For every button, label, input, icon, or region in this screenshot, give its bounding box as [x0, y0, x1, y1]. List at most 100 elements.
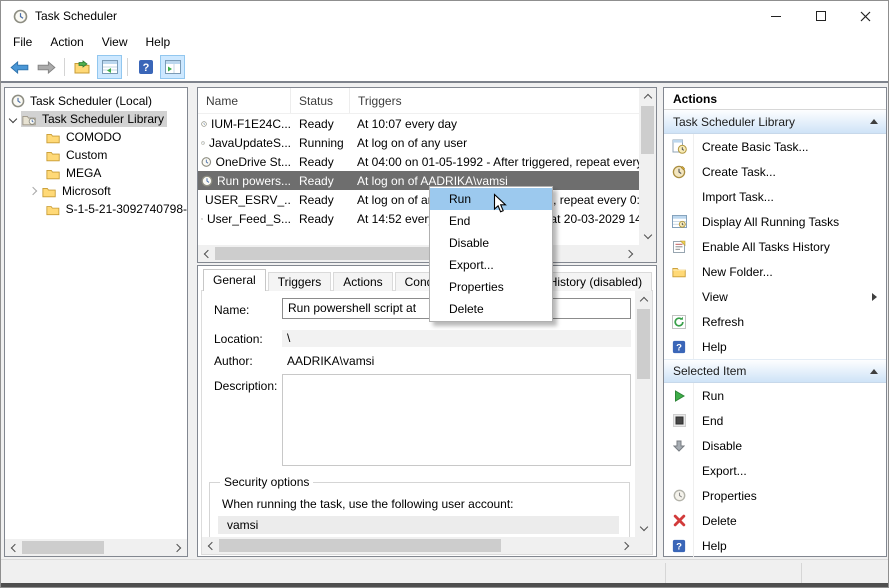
menu-bar: File Action View Help — [1, 31, 888, 53]
menu-action[interactable]: Action — [41, 33, 92, 51]
table-row[interactable]: User_Feed_S... Ready At 14:52 every day … — [198, 209, 639, 228]
action-import-task[interactable]: Import Task... — [664, 184, 886, 209]
scroll-right-icon[interactable] — [618, 537, 635, 554]
tree-node-mega[interactable]: MEGA — [5, 164, 187, 182]
tree-node-root[interactable]: Task Scheduler (Local) — [5, 92, 187, 110]
tree-node-custom[interactable]: Custom — [5, 146, 187, 164]
create-basic-task-icon — [672, 139, 687, 154]
scroll-up-icon[interactable] — [635, 291, 652, 308]
tree-node-comodo[interactable]: COMODO — [5, 128, 187, 146]
tab-history[interactable]: History (disabled) — [539, 272, 652, 291]
menu-help[interactable]: Help — [137, 33, 180, 51]
action-help-library[interactable]: ? Help — [664, 334, 886, 359]
task-status: Ready — [291, 155, 350, 169]
action-enable-all-tasks-history[interactable]: Enable All Tasks History — [664, 234, 886, 259]
scrollbar-thumb[interactable] — [219, 539, 501, 552]
help-button[interactable]: ? — [133, 55, 158, 79]
table-row[interactable]: OneDrive St... Ready At 04:00 on 01-05-1… — [198, 152, 639, 171]
minimize-button[interactable] — [753, 1, 798, 31]
scroll-up-icon[interactable] — [639, 88, 656, 105]
scroll-left-icon[interactable] — [198, 245, 215, 262]
column-header-triggers[interactable]: Triggers — [350, 88, 639, 113]
tab-actions[interactable]: Actions — [333, 272, 392, 291]
context-menu-properties[interactable]: Properties — [430, 276, 552, 298]
list-horizontal-scrollbar[interactable] — [198, 245, 639, 262]
scroll-down-icon[interactable] — [635, 520, 652, 537]
tab-triggers[interactable]: Triggers — [268, 272, 332, 291]
section-header-selected-item[interactable]: Selected Item — [664, 359, 886, 383]
scroll-right-icon[interactable] — [622, 245, 639, 262]
run-icon — [673, 390, 685, 402]
description-field[interactable] — [282, 374, 631, 466]
detail-vertical-scrollbar[interactable] — [635, 291, 652, 537]
close-button[interactable] — [843, 1, 888, 31]
action-refresh[interactable]: Refresh — [664, 309, 886, 334]
task-clock-icon — [201, 175, 213, 187]
action-disable[interactable]: Disable — [664, 433, 886, 458]
action-properties[interactable]: Properties — [664, 483, 886, 508]
scroll-left-icon[interactable] — [202, 537, 219, 554]
tree-node-label: Task Scheduler (Local) — [30, 94, 152, 108]
action-end[interactable]: End — [664, 408, 886, 433]
table-row[interactable]: IUM-F1E24C... Ready At 10:07 every day — [198, 114, 639, 133]
back-button[interactable] — [7, 55, 32, 79]
collapse-icon[interactable] — [870, 119, 878, 124]
list-vertical-scrollbar[interactable] — [639, 88, 656, 245]
location-label: Location: — [214, 332, 263, 346]
table-row[interactable]: JavaUpdateS... Running At log on of any … — [198, 133, 639, 152]
show-console-tree-icon — [102, 60, 118, 74]
action-run[interactable]: Run — [664, 383, 886, 408]
action-create-basic-task[interactable]: Create Basic Task... — [664, 134, 886, 159]
folder-icon — [46, 131, 61, 144]
scrollbar-thumb[interactable] — [22, 541, 104, 554]
task-scheduler-clock-icon — [13, 9, 28, 24]
scroll-left-icon[interactable] — [5, 539, 22, 556]
action-display-all-running-tasks[interactable]: Display All Running Tasks — [664, 209, 886, 234]
user-account-value[interactable]: vamsi — [218, 516, 619, 534]
table-row[interactable]: USER_ESRV_... Ready At log on of any use… — [198, 190, 639, 209]
column-header-name[interactable]: Name — [198, 88, 291, 113]
task-list-panel: Name Status Triggers IUM-F1E24C... Ready… — [197, 87, 657, 263]
context-menu-export[interactable]: Export... — [430, 254, 552, 276]
maximize-button[interactable] — [798, 1, 843, 31]
scroll-right-icon[interactable] — [170, 539, 187, 556]
export-list-button[interactable] — [70, 55, 95, 79]
tab-general[interactable]: General — [203, 269, 266, 291]
tree-horizontal-scrollbar[interactable] — [5, 539, 187, 556]
action-view[interactable]: View — [664, 284, 886, 309]
action-help-selected[interactable]: ? Help — [664, 533, 886, 558]
scrollbar-corner — [639, 245, 656, 262]
task-triggers: At 10:07 every day — [350, 117, 639, 131]
chevron-collapsed-icon[interactable] — [29, 187, 37, 195]
scrollbar-thumb[interactable] — [641, 106, 654, 154]
tree-node-microsoft[interactable]: Microsoft — [5, 182, 187, 200]
show-console-tree-button[interactable] — [97, 55, 122, 79]
chevron-expanded-icon[interactable] — [9, 115, 17, 123]
table-row-selected[interactable]: Run powers... Ready At log on of AADRIKA… — [198, 171, 639, 190]
show-action-pane-icon — [165, 60, 181, 74]
collapse-icon[interactable] — [870, 369, 878, 374]
context-menu-delete[interactable]: Delete — [430, 298, 552, 320]
context-menu-disable[interactable]: Disable — [430, 232, 552, 254]
detail-horizontal-scrollbar[interactable] — [202, 537, 635, 554]
task-clock-icon — [201, 156, 212, 168]
tree-node-library[interactable]: Task Scheduler Library — [5, 110, 187, 128]
svg-text:?: ? — [142, 62, 149, 74]
show-action-pane-button[interactable] — [160, 55, 185, 79]
column-header-status[interactable]: Status — [291, 88, 350, 113]
scrollbar-thumb[interactable] — [637, 309, 650, 379]
forward-button[interactable] — [34, 55, 59, 79]
menu-view[interactable]: View — [93, 33, 137, 51]
menu-file[interactable]: File — [4, 33, 41, 51]
scroll-down-icon[interactable] — [639, 228, 656, 245]
task-rows: IUM-F1E24C... Ready At 10:07 every day J… — [198, 114, 639, 228]
action-create-task[interactable]: Create Task... — [664, 159, 886, 184]
action-export[interactable]: Export... — [664, 458, 886, 483]
context-menu-end[interactable]: End — [430, 210, 552, 232]
action-delete[interactable]: Delete — [664, 508, 886, 533]
section-header-library[interactable]: Task Scheduler Library — [664, 110, 886, 134]
general-tab-page: Name: Run powershell script at Location:… — [201, 290, 653, 555]
tree-node-sid[interactable]: S-1-5-21-3092740798- — [5, 200, 187, 218]
context-menu-run[interactable]: Run — [430, 188, 552, 210]
action-new-folder[interactable]: New Folder... — [664, 259, 886, 284]
